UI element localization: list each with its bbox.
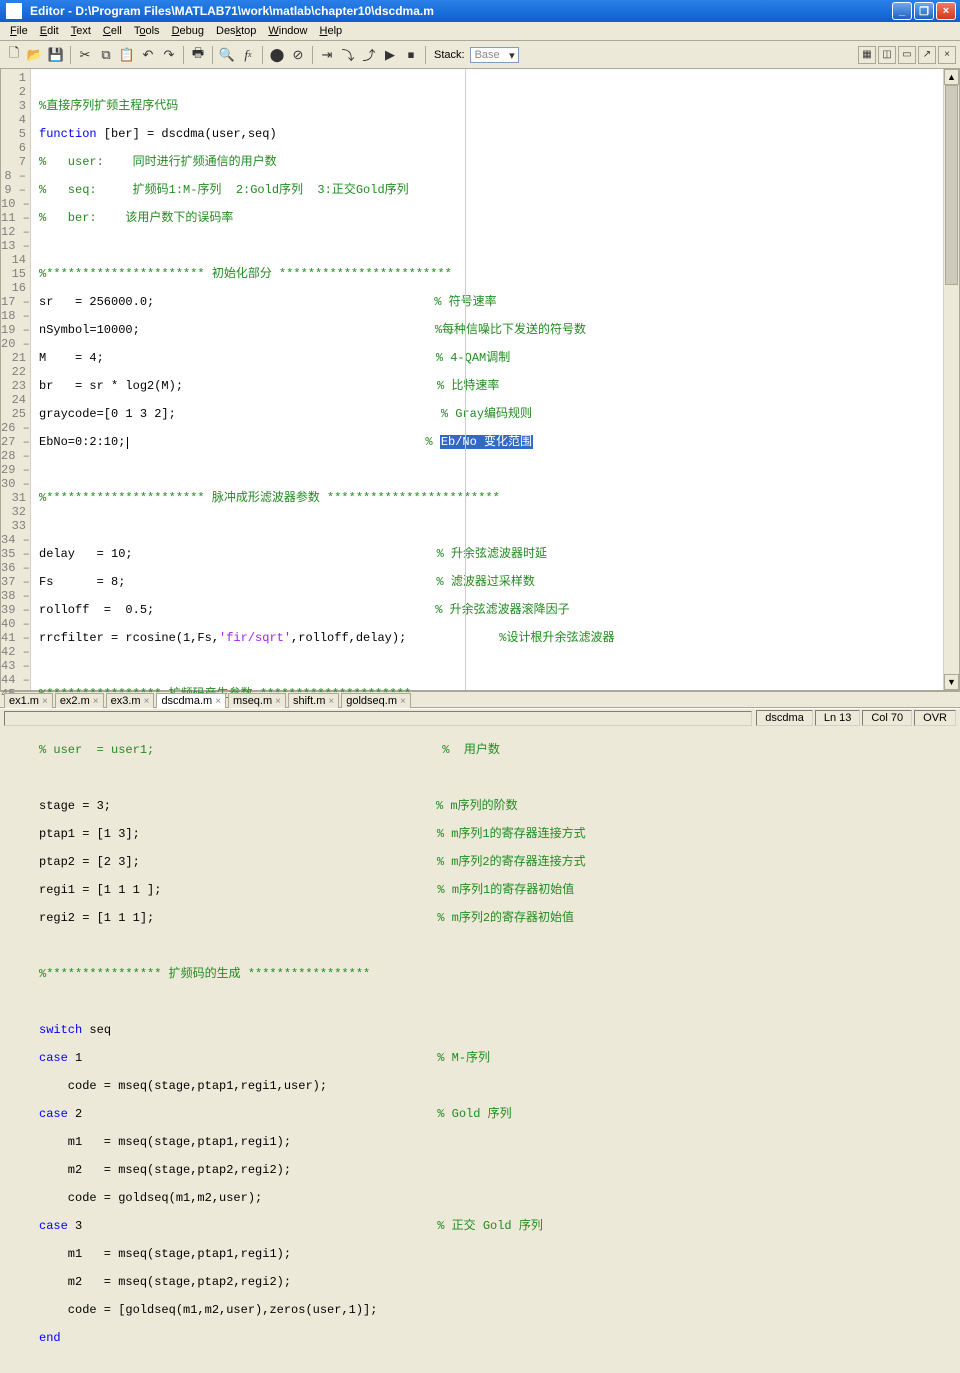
new-file-icon[interactable]: 🗋	[4, 45, 24, 65]
maximize-button[interactable]: ❐	[914, 2, 934, 20]
breakpoint-set-icon[interactable]: ⬤	[267, 45, 287, 65]
tab-ex2-m[interactable]: ex2.m ×	[55, 693, 104, 708]
scroll-thumb[interactable]	[945, 85, 958, 285]
menu-edit[interactable]: Edit	[34, 23, 65, 39]
menu-file[interactable]: File	[4, 23, 34, 39]
redo-icon[interactable]: ↷	[159, 45, 179, 65]
scroll-up-icon[interactable]: ▲	[944, 69, 959, 85]
code-area[interactable]: %直接序列扩频主程序代码 function [ber] = dscdma(use…	[31, 69, 959, 690]
tab-goldseq-m[interactable]: goldseq.m ×	[341, 693, 411, 708]
tab-shift-m[interactable]: shift.m ×	[288, 693, 339, 708]
dock-icon[interactable]: ↗	[918, 46, 936, 64]
menu-text[interactable]: Text	[65, 23, 97, 39]
tab-close-icon[interactable]: ×	[328, 696, 334, 707]
stack-select[interactable]: Base	[470, 47, 519, 63]
window-title: Editor - D:\Program Files\MATLAB71\work\…	[26, 4, 892, 18]
close-button[interactable]: ×	[936, 2, 956, 20]
menu-cell[interactable]: Cell	[97, 23, 128, 39]
tab-close-icon[interactable]: ×	[275, 696, 281, 707]
menu-debug[interactable]: Debug	[166, 23, 210, 39]
toolbar: 🗋 📂 💾 ✂ ⧉ 📋 ↶ ↷ 🖶 🔍 fx ⬤ ⊘ ⇥ ⤵ ⤴ ▶ ⏹ Sta…	[0, 41, 960, 69]
mdi-close-icon[interactable]: ×	[938, 46, 956, 64]
tab-close-icon[interactable]: ×	[42, 696, 48, 707]
vertical-scrollbar[interactable]: ▲ ▼	[943, 69, 959, 690]
menu-window[interactable]: Window	[262, 23, 313, 39]
step-icon[interactable]: ⇥	[317, 45, 337, 65]
menu-help[interactable]: Help	[314, 23, 349, 39]
print-icon[interactable]: 🖶	[188, 45, 208, 65]
tab-mseq-m[interactable]: mseq.m ×	[228, 693, 286, 708]
right-margin-line	[465, 69, 466, 690]
menu-bar: File Edit Text Cell Tools Debug Desktop …	[0, 22, 960, 41]
continue-icon[interactable]: ▶	[380, 45, 400, 65]
title-bar: ✎ Editor - D:\Program Files\MATLAB71\wor…	[0, 0, 960, 22]
app-icon: ✎	[6, 3, 22, 19]
layout-1-icon[interactable]: ▦	[858, 46, 876, 64]
copy-icon[interactable]: ⧉	[96, 45, 116, 65]
tab-close-icon[interactable]: ×	[215, 696, 221, 707]
line-gutter: 12345678 –9 –10 –11 –12 –13 –14151617 –1…	[1, 69, 31, 690]
paste-icon[interactable]: 📋	[117, 45, 137, 65]
cut-icon[interactable]: ✂	[75, 45, 95, 65]
layout-2-icon[interactable]: ◫	[878, 46, 896, 64]
menu-tools[interactable]: Tools	[128, 23, 166, 39]
find-icon[interactable]: 🔍	[217, 45, 237, 65]
tab-ex3-m[interactable]: ex3.m ×	[106, 693, 155, 708]
text-selection: Eb/No 变化范围	[440, 435, 533, 449]
editor-area: 12345678 –9 –10 –11 –12 –13 –14151617 –1…	[0, 69, 960, 691]
tab-ex1-m[interactable]: ex1.m ×	[4, 693, 53, 708]
tab-close-icon[interactable]: ×	[144, 696, 150, 707]
tab-close-icon[interactable]: ×	[400, 696, 406, 707]
undo-icon[interactable]: ↶	[138, 45, 158, 65]
step-out-icon[interactable]: ⤴	[359, 45, 379, 65]
tab-close-icon[interactable]: ×	[93, 696, 99, 707]
fx-icon[interactable]: fx	[238, 45, 258, 65]
layout-3-icon[interactable]: ▭	[898, 46, 916, 64]
breakpoint-clear-icon[interactable]: ⊘	[288, 45, 308, 65]
stack-label: Stack:	[434, 49, 465, 61]
scroll-down-icon[interactable]: ▼	[944, 674, 959, 690]
open-file-icon[interactable]: 📂	[25, 45, 45, 65]
text-cursor	[127, 437, 128, 449]
exit-debug-icon[interactable]: ⏹	[401, 45, 421, 65]
step-in-icon[interactable]: ⤵	[338, 45, 358, 65]
minimize-button[interactable]: _	[892, 2, 912, 20]
menu-desktop[interactable]: Desktop	[210, 23, 262, 39]
save-icon[interactable]: 💾	[46, 45, 66, 65]
tab-dscdma-m[interactable]: dscdma.m ×	[156, 693, 226, 708]
